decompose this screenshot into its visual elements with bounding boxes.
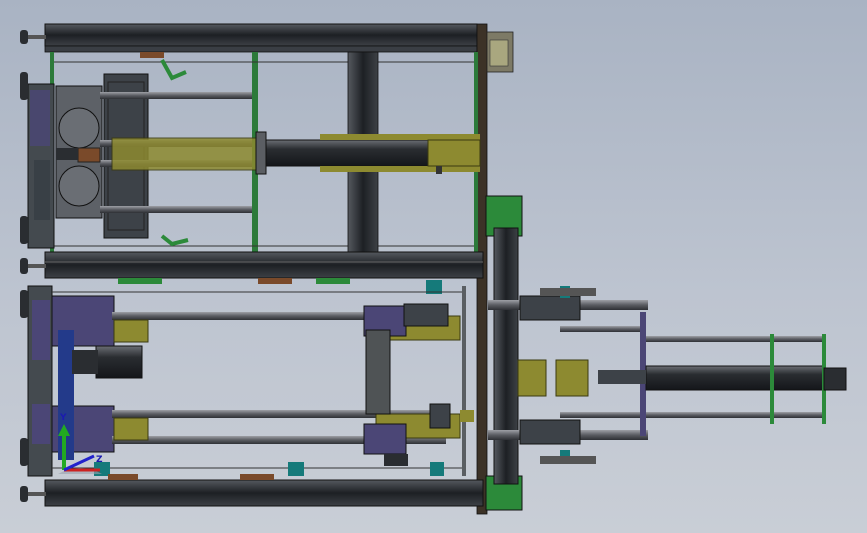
leveling-foot-icon: [20, 72, 28, 244]
cad-model-drawing[interactable]: Y Z: [0, 0, 867, 533]
middle-beam: [20, 251, 484, 294]
lower-frame-assembly: [20, 285, 474, 477]
z-axis-label: Z: [96, 455, 103, 465]
cad-viewport[interactable]: Y Z: [0, 0, 867, 533]
right-cylinder-assembly: [598, 334, 847, 424]
bottom-beam: [20, 474, 484, 507]
leveling-foot-icon: [20, 486, 46, 502]
center-column-assembly: [485, 195, 648, 511]
y-axis-label: Y: [59, 413, 67, 423]
leveling-foot-icon: [20, 30, 46, 44]
leveling-foot-icon: [20, 290, 28, 466]
leveling-foot-icon: [20, 258, 46, 274]
